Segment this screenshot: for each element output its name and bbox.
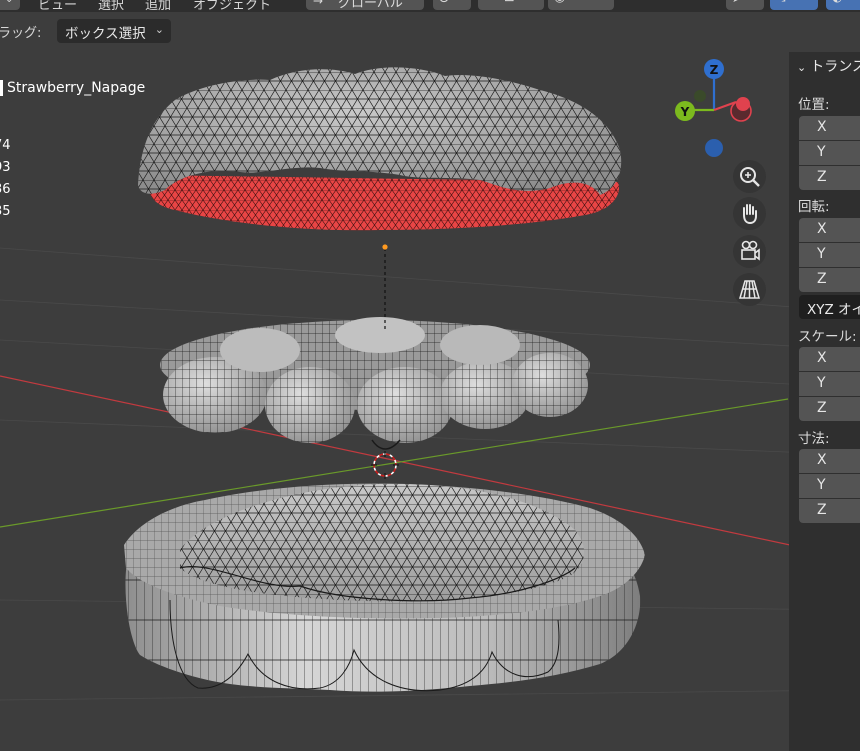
- chevron-down-icon: ⌄: [5, 0, 13, 5]
- menu-select[interactable]: 選択: [98, 0, 124, 12]
- transform-panel-title: トランス: [810, 59, 860, 75]
- proportional-editing-toggle[interactable]: ◉: [548, 0, 614, 10]
- active-object-name: Strawberry_Napage: [7, 80, 146, 96]
- dimensions-y-field[interactable]: Y: [799, 474, 860, 498]
- transform-panel-header[interactable]: ⌄ トランス: [797, 56, 860, 76]
- axis-label: X: [817, 350, 827, 366]
- pivot-icon: ⊙: [438, 0, 450, 6]
- axis-label: X: [817, 119, 827, 135]
- scale-label: スケール:: [798, 329, 857, 345]
- menu-add[interactable]: 追加: [145, 0, 171, 12]
- rotation-y-field[interactable]: Y: [799, 243, 860, 267]
- gizmo-z-negative: [705, 139, 723, 157]
- dimensions-z-field[interactable]: Z: [799, 499, 860, 523]
- menu-view[interactable]: ビュー: [38, 0, 77, 12]
- location-y-field[interactable]: Y: [799, 141, 860, 165]
- rotation-label: 回転:: [798, 199, 830, 215]
- navigation-gizmo[interactable]: Z Y: [675, 59, 752, 157]
- perspective-toggle-button[interactable]: [733, 273, 766, 306]
- orientation-label: グローバル: [338, 0, 403, 11]
- camera-icon: [741, 240, 760, 261]
- stat-edges: 36: [0, 182, 11, 197]
- orientation-icon: ⇆: [313, 0, 323, 6]
- strawberry-napage-mesh[interactable]: [138, 67, 622, 231]
- drag-select-value: ボックス選択: [65, 26, 146, 42]
- drag-select-dropdown[interactable]: ボックス選択 ⌄: [57, 19, 171, 43]
- gizmo-x-positive: [736, 97, 750, 111]
- gizmo-z-label: Z: [710, 63, 719, 77]
- rotation-mode-dropdown[interactable]: XYZ オイ: [799, 295, 860, 319]
- chevron-down-icon: ⌄: [797, 61, 807, 74]
- rotation-x-field[interactable]: X: [799, 218, 860, 242]
- axis-label: Z: [817, 502, 827, 518]
- axis-label: X: [817, 452, 827, 468]
- gizmo-icon: ⤡: [776, 0, 786, 5]
- magnet-icon: ⌁: [484, 0, 491, 5]
- location-label: 位置:: [798, 97, 830, 113]
- select-tool-dropdown[interactable]: ➤: [726, 0, 764, 10]
- chevron-down-icon: ⌄: [154, 23, 164, 36]
- scale-z-field[interactable]: Z: [799, 397, 860, 421]
- cursor-arrow-icon: ➤: [732, 0, 742, 5]
- axis-label: Z: [817, 271, 827, 287]
- stat-objects: 74: [0, 138, 11, 153]
- pivot-point-dropdown[interactable]: ⊙: [433, 0, 471, 10]
- tart-base-mesh[interactable]: [124, 483, 645, 692]
- hand-icon: [743, 204, 757, 225]
- axis-label: Y: [817, 144, 826, 160]
- dimensions-label: 寸法:: [798, 431, 830, 447]
- snapping-toggle[interactable]: ⌁⊞: [478, 0, 544, 10]
- transform-orientation-dropdown[interactable]: ⇆ グローバル: [306, 0, 424, 11]
- strawberry-layer-mesh[interactable]: [160, 317, 590, 450]
- snap-grid-icon: ⊞: [504, 0, 515, 5]
- object-origin[interactable]: [382, 244, 388, 250]
- dimensions-x-field[interactable]: X: [799, 449, 860, 473]
- drag-label: ラッグ:: [0, 26, 42, 41]
- menu-object[interactable]: オブジェクト: [193, 0, 271, 12]
- axis-label: Y: [817, 477, 826, 493]
- gizmo-y-negative: [694, 90, 706, 102]
- axis-label: Y: [817, 375, 826, 391]
- scale-y-field[interactable]: Y: [799, 372, 860, 396]
- gizmo-toggle[interactable]: ⤡: [770, 0, 818, 10]
- zoom-icon: [740, 167, 760, 187]
- rotation-z-field[interactable]: Z: [799, 268, 860, 292]
- scene-canvas[interactable]: Z Y: [0, 0, 860, 751]
- location-x-field[interactable]: X: [799, 116, 860, 140]
- pan-button[interactable]: [733, 197, 766, 230]
- mode-dropdown[interactable]: ⌄: [0, 0, 20, 10]
- camera-view-button[interactable]: [733, 235, 766, 268]
- zoom-button[interactable]: [733, 160, 766, 193]
- proportional-icon: ◉: [554, 0, 565, 5]
- axis-label: Z: [817, 400, 827, 416]
- overlay-toggle[interactable]: ◐: [826, 0, 860, 10]
- stat-faces: 35: [0, 204, 11, 219]
- 3d-viewport[interactable]: Z Y: [0, 0, 860, 751]
- axis-label: X: [817, 221, 827, 237]
- gizmo-y-label: Y: [680, 105, 690, 119]
- overlay-icon: ◐: [832, 0, 842, 4]
- axis-label: Y: [817, 246, 826, 262]
- stat-vertices: 93: [0, 160, 11, 175]
- grid-icon: [738, 280, 761, 299]
- active-object-marker: [0, 80, 3, 96]
- axis-label: Z: [817, 169, 827, 185]
- location-z-field[interactable]: Z: [799, 166, 860, 190]
- scale-x-field[interactable]: X: [799, 347, 860, 371]
